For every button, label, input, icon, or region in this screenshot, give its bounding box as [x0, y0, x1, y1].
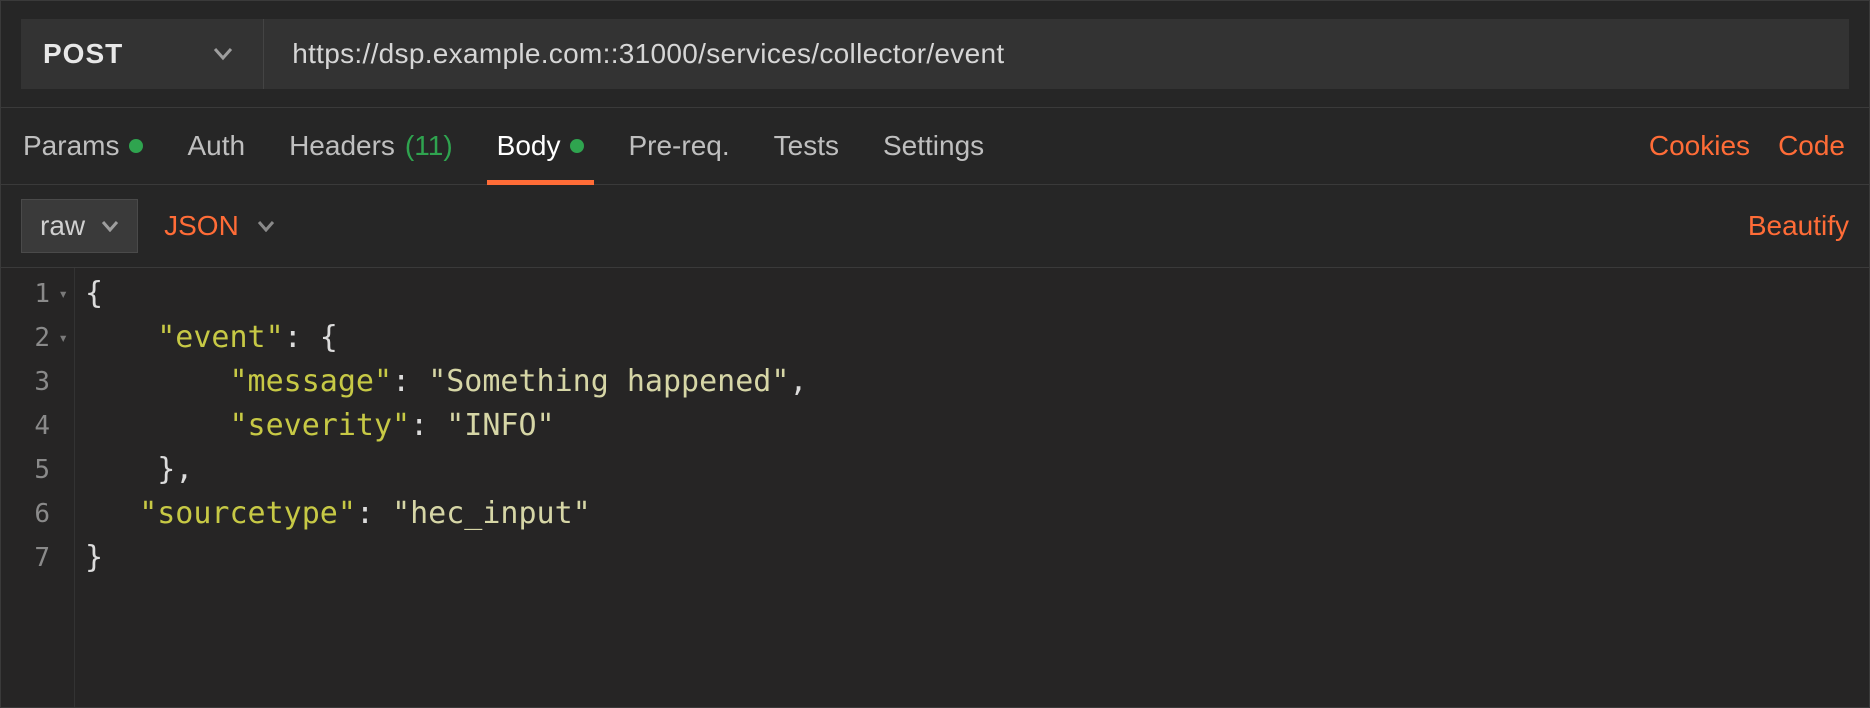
- line-number: 2: [34, 316, 50, 360]
- line-number: 6: [34, 492, 50, 536]
- body-content-type-select[interactable]: JSON: [164, 210, 275, 242]
- code-line: {: [75, 272, 1869, 316]
- line-number: 5: [34, 448, 50, 492]
- tab-label: Settings: [883, 130, 984, 162]
- tab-label: Auth: [187, 130, 245, 162]
- code-link[interactable]: Code: [1778, 130, 1845, 162]
- body-content-type-value: JSON: [164, 210, 239, 242]
- fold-toggle-icon[interactable]: ▾: [54, 316, 68, 360]
- status-dot-icon: [129, 139, 143, 153]
- http-method-select[interactable]: POST: [21, 19, 264, 89]
- request-url-input[interactable]: [292, 38, 1821, 70]
- tab-prereq[interactable]: Pre-req.: [606, 108, 751, 184]
- chevron-down-icon: [213, 47, 233, 61]
- code-line: },: [75, 448, 1869, 492]
- http-method-value: POST: [43, 38, 123, 70]
- status-dot-icon: [570, 139, 584, 153]
- code-line: "message": "Something happened",: [75, 360, 1869, 404]
- editor-gutter: 1▾ 2▾ 3 4 5 6 7: [1, 268, 75, 707]
- beautify-button[interactable]: Beautify: [1748, 210, 1849, 242]
- tab-count: (11): [405, 130, 453, 162]
- tab-settings[interactable]: Settings: [861, 108, 1006, 184]
- request-panel: POST Params Auth Headers (11) Body: [0, 0, 1870, 708]
- body-editor[interactable]: 1▾ 2▾ 3 4 5 6 7 { "event": { "message": …: [1, 268, 1869, 707]
- chevron-down-icon: [257, 220, 275, 232]
- code-line: "event": {: [75, 316, 1869, 360]
- line-number: 1: [34, 272, 50, 316]
- body-mode-value: raw: [40, 210, 85, 242]
- line-number: 7: [34, 536, 50, 580]
- tab-auth[interactable]: Auth: [165, 108, 267, 184]
- tab-label: Headers: [289, 130, 395, 162]
- tab-headers[interactable]: Headers (11): [267, 108, 475, 184]
- code-line: }: [75, 536, 1869, 580]
- tab-label: Pre-req.: [628, 130, 729, 162]
- body-subbar: raw JSON Beautify: [1, 185, 1869, 268]
- editor-code-area[interactable]: { "event": { "message": "Something happe…: [75, 268, 1869, 707]
- line-number: 4: [34, 404, 50, 448]
- request-tabs: Params Auth Headers (11) Body Pre-req. T…: [1, 107, 1869, 185]
- body-mode-select[interactable]: raw: [21, 199, 138, 253]
- tab-label: Body: [497, 130, 561, 162]
- cookies-link[interactable]: Cookies: [1649, 130, 1750, 162]
- tab-label: Tests: [774, 130, 839, 162]
- tab-tests[interactable]: Tests: [752, 108, 861, 184]
- request-bar: POST: [1, 1, 1869, 107]
- fold-toggle-icon[interactable]: ▾: [54, 272, 68, 316]
- url-input-wrap: [264, 19, 1849, 89]
- chevron-down-icon: [101, 220, 119, 232]
- request-tabs-right: Cookies Code: [1649, 130, 1849, 162]
- tab-body[interactable]: Body: [475, 108, 607, 184]
- code-line: "severity": "INFO": [75, 404, 1869, 448]
- code-line: "sourcetype": "hec_input": [75, 492, 1869, 536]
- tab-params[interactable]: Params: [1, 108, 165, 184]
- request-tabs-left: Params Auth Headers (11) Body Pre-req. T…: [1, 108, 1006, 184]
- tab-label: Params: [23, 130, 119, 162]
- line-number: 3: [34, 360, 50, 404]
